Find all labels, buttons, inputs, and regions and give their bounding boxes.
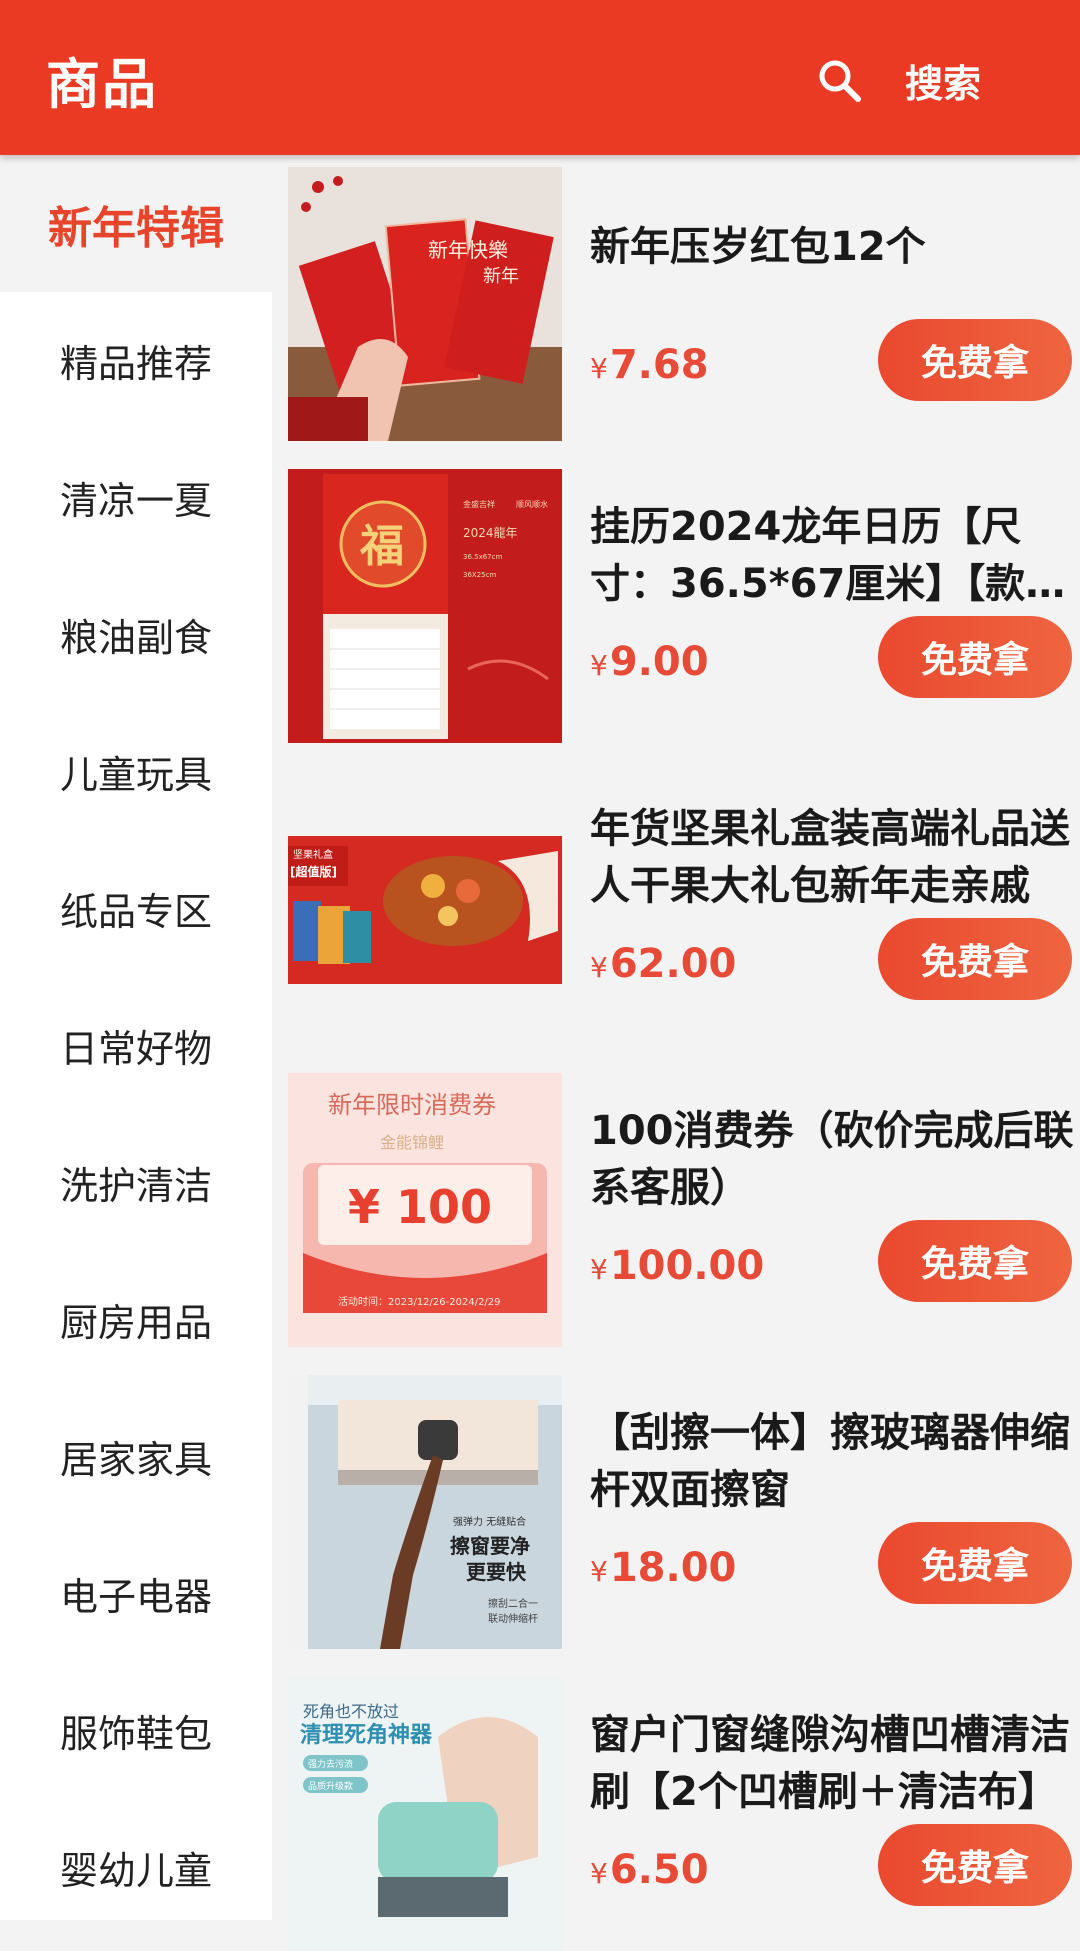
sidebar-item-home-furniture[interactable]: 居家家具 xyxy=(0,1388,272,1525)
sidebar-item-new-year[interactable]: 新年特辑 xyxy=(0,155,272,292)
product-image-groove-brush[interactable]: 死角也不放过 清理死角神器 强力去污渍 品质升级款 xyxy=(288,1677,562,1951)
search-button[interactable]: 搜索 xyxy=(815,50,981,110)
price-value: 7.68 xyxy=(609,342,709,388)
svg-text:死角也不放过: 死角也不放过 xyxy=(303,1702,399,1721)
svg-text:擦窗要净: 擦窗要净 xyxy=(450,1534,530,1558)
currency-symbol: ¥ xyxy=(590,1253,608,1286)
svg-text:更要快: 更要快 xyxy=(466,1560,527,1584)
svg-text:金能锦鲤: 金能锦鲤 xyxy=(380,1133,444,1152)
sidebar-item-grain-oil[interactable]: 粮油副食 xyxy=(0,566,272,703)
top-app-bar: 商品 搜索 xyxy=(0,0,1080,155)
svg-text:36X25cm: 36X25cm xyxy=(463,571,496,579)
product-list: 新年快樂 新年 新年压岁红包12个 ¥7.68 免费拿 福 2024龍年 金盛吉… xyxy=(272,155,1080,1951)
page-title: 商品 xyxy=(46,53,158,116)
sidebar-item-paper[interactable]: 纸品专区 xyxy=(0,840,272,977)
product-card[interactable]: 福 2024龍年 金盛吉祥 顺风顺水 36.5x67cm 36X25cm 挂历2… xyxy=(288,469,1080,743)
product-name: 100消费券（砍价完成后联系客服） xyxy=(590,1108,1074,1211)
free-take-button[interactable]: 免费拿 xyxy=(878,1220,1072,1302)
product-card[interactable]: 强弹力 无缝贴合 擦窗要净 更要快 擦刮二合一 联动伸缩杆 【刮擦一体】擦玻璃器… xyxy=(288,1375,1080,1649)
svg-text:强弹力 无缝贴合: 强弹力 无缝贴合 xyxy=(453,1515,526,1528)
currency-symbol: ¥ xyxy=(590,352,608,385)
price-value: 9.00 xyxy=(609,639,709,685)
svg-text:新年快樂: 新年快樂 xyxy=(428,238,508,262)
price-value: 100.00 xyxy=(609,1243,765,1289)
free-take-button[interactable]: 免费拿 xyxy=(878,1522,1072,1604)
sidebar-item-kitchen[interactable]: 厨房用品 xyxy=(0,1251,272,1388)
product-card[interactable]: 新年快樂 新年 新年压岁红包12个 ¥7.68 免费拿 xyxy=(288,167,1080,441)
sidebar-item-baby[interactable]: 婴幼儿童 xyxy=(0,1799,272,1936)
product-card[interactable]: 死角也不放过 清理死角神器 强力去污渍 品质升级款 窗户门窗缝隙沟槽凹槽清洁刷【… xyxy=(288,1677,1080,1951)
svg-text:坚果礼盒: 坚果礼盒 xyxy=(293,848,333,861)
svg-text:顺风顺水: 顺风顺水 xyxy=(516,499,548,509)
product-image-red-envelopes[interactable]: 新年快樂 新年 xyxy=(288,167,562,441)
currency-symbol: ¥ xyxy=(590,951,608,984)
price-value: 18.00 xyxy=(609,1545,737,1591)
product-name: 新年压岁红包12个 xyxy=(590,224,926,270)
svg-text:福: 福 xyxy=(359,521,404,572)
search-label: 搜索 xyxy=(905,61,982,106)
svg-text:联动伸缩杆: 联动伸缩杆 xyxy=(488,1612,538,1625)
price-value: 62.00 xyxy=(609,941,737,987)
sidebar-item-summer[interactable]: 清凉一夏 xyxy=(0,429,272,566)
currency-symbol: ¥ xyxy=(590,1555,608,1588)
product-price: ¥6.50 xyxy=(590,1847,709,1893)
svg-text:2024龍年: 2024龍年 xyxy=(463,525,518,540)
sidebar-item-cleaning[interactable]: 洗护清洁 xyxy=(0,1114,272,1251)
svg-text:金盛吉祥: 金盛吉祥 xyxy=(463,499,495,509)
product-image-nut-gift-box[interactable]: 坚果礼盒 [超值版] xyxy=(288,771,562,1045)
sidebar-item-toys[interactable]: 儿童玩具 xyxy=(0,703,272,840)
svg-text:擦刮二合一: 擦刮二合一 xyxy=(488,1597,538,1610)
product-image-wall-calendar[interactable]: 福 2024龍年 金盛吉祥 顺风顺水 36.5x67cm 36X25cm xyxy=(288,469,562,743)
free-take-button[interactable]: 免费拿 xyxy=(878,616,1072,698)
product-price: ¥7.68 xyxy=(590,342,709,388)
svg-text:新年: 新年 xyxy=(483,266,519,287)
sidebar-item-electronics[interactable]: 电子电器 xyxy=(0,1525,272,1662)
product-card[interactable]: 坚果礼盒 [超值版] 年货坚果礼盒装高端礼品送人干果大礼包新年走亲戚 ¥62.0… xyxy=(288,771,1080,1045)
category-sidebar: 新年特辑 精品推荐 清凉一夏 粮油副食 儿童玩具 纸品专区 日常好物 洗护清洁 … xyxy=(0,155,272,1920)
svg-text:活动时间：2023/12/26-2024/2/29: 活动时间：2023/12/26-2024/2/29 xyxy=(338,1295,501,1308)
currency-symbol: ¥ xyxy=(590,1857,608,1890)
product-name: 窗户门窗缝隙沟槽凹槽清洁刷【2个凹槽刷＋清洁布】 xyxy=(590,1712,1070,1815)
product-name: 年货坚果礼盒装高端礼品送人干果大礼包新年走亲戚 xyxy=(590,806,1070,909)
free-take-button[interactable]: 免费拿 xyxy=(878,918,1072,1000)
sidebar-item-recommended[interactable]: 精品推荐 xyxy=(0,292,272,429)
price-value: 6.50 xyxy=(609,1847,709,1893)
svg-text:强力去污渍: 强力去污渍 xyxy=(308,1758,353,1770)
free-take-button[interactable]: 免费拿 xyxy=(878,1824,1072,1906)
product-name: 【刮擦一体】擦玻璃器伸缩杆双面擦窗 xyxy=(590,1410,1070,1513)
product-image-coupon[interactable]: 新年限时消费券 金能锦鲤 ¥ 100 活动时间：2023/12/26-2024/… xyxy=(288,1073,562,1347)
currency-symbol: ¥ xyxy=(590,649,608,682)
product-image-window-cleaner[interactable]: 强弹力 无缝贴合 擦窗要净 更要快 擦刮二合一 联动伸缩杆 xyxy=(288,1375,562,1649)
svg-text:清理死角神器: 清理死角神器 xyxy=(300,1722,433,1748)
product-price: ¥62.00 xyxy=(590,941,736,987)
svg-text:[超值版]: [超值版] xyxy=(290,864,337,879)
product-price: ¥9.00 xyxy=(590,639,709,685)
svg-text:新年限时消费券: 新年限时消费券 xyxy=(328,1091,496,1119)
svg-text:¥ 100: ¥ 100 xyxy=(348,1180,492,1234)
svg-text:36.5x67cm: 36.5x67cm xyxy=(463,553,502,561)
product-price: ¥100.00 xyxy=(590,1243,764,1289)
search-icon xyxy=(819,60,861,102)
product-name: 挂历2024龙年日历【尺寸：36.5*67厘米】【款式随机】 xyxy=(590,504,1066,607)
sidebar-item-apparel[interactable]: 服饰鞋包 xyxy=(0,1662,272,1799)
product-card[interactable]: 新年限时消费券 金能锦鲤 ¥ 100 活动时间：2023/12/26-2024/… xyxy=(288,1073,1080,1347)
product-price: ¥18.00 xyxy=(590,1545,736,1591)
free-take-button[interactable]: 免费拿 xyxy=(878,319,1072,401)
svg-text:品质升级款: 品质升级款 xyxy=(308,1780,353,1792)
sidebar-item-daily[interactable]: 日常好物 xyxy=(0,977,272,1114)
